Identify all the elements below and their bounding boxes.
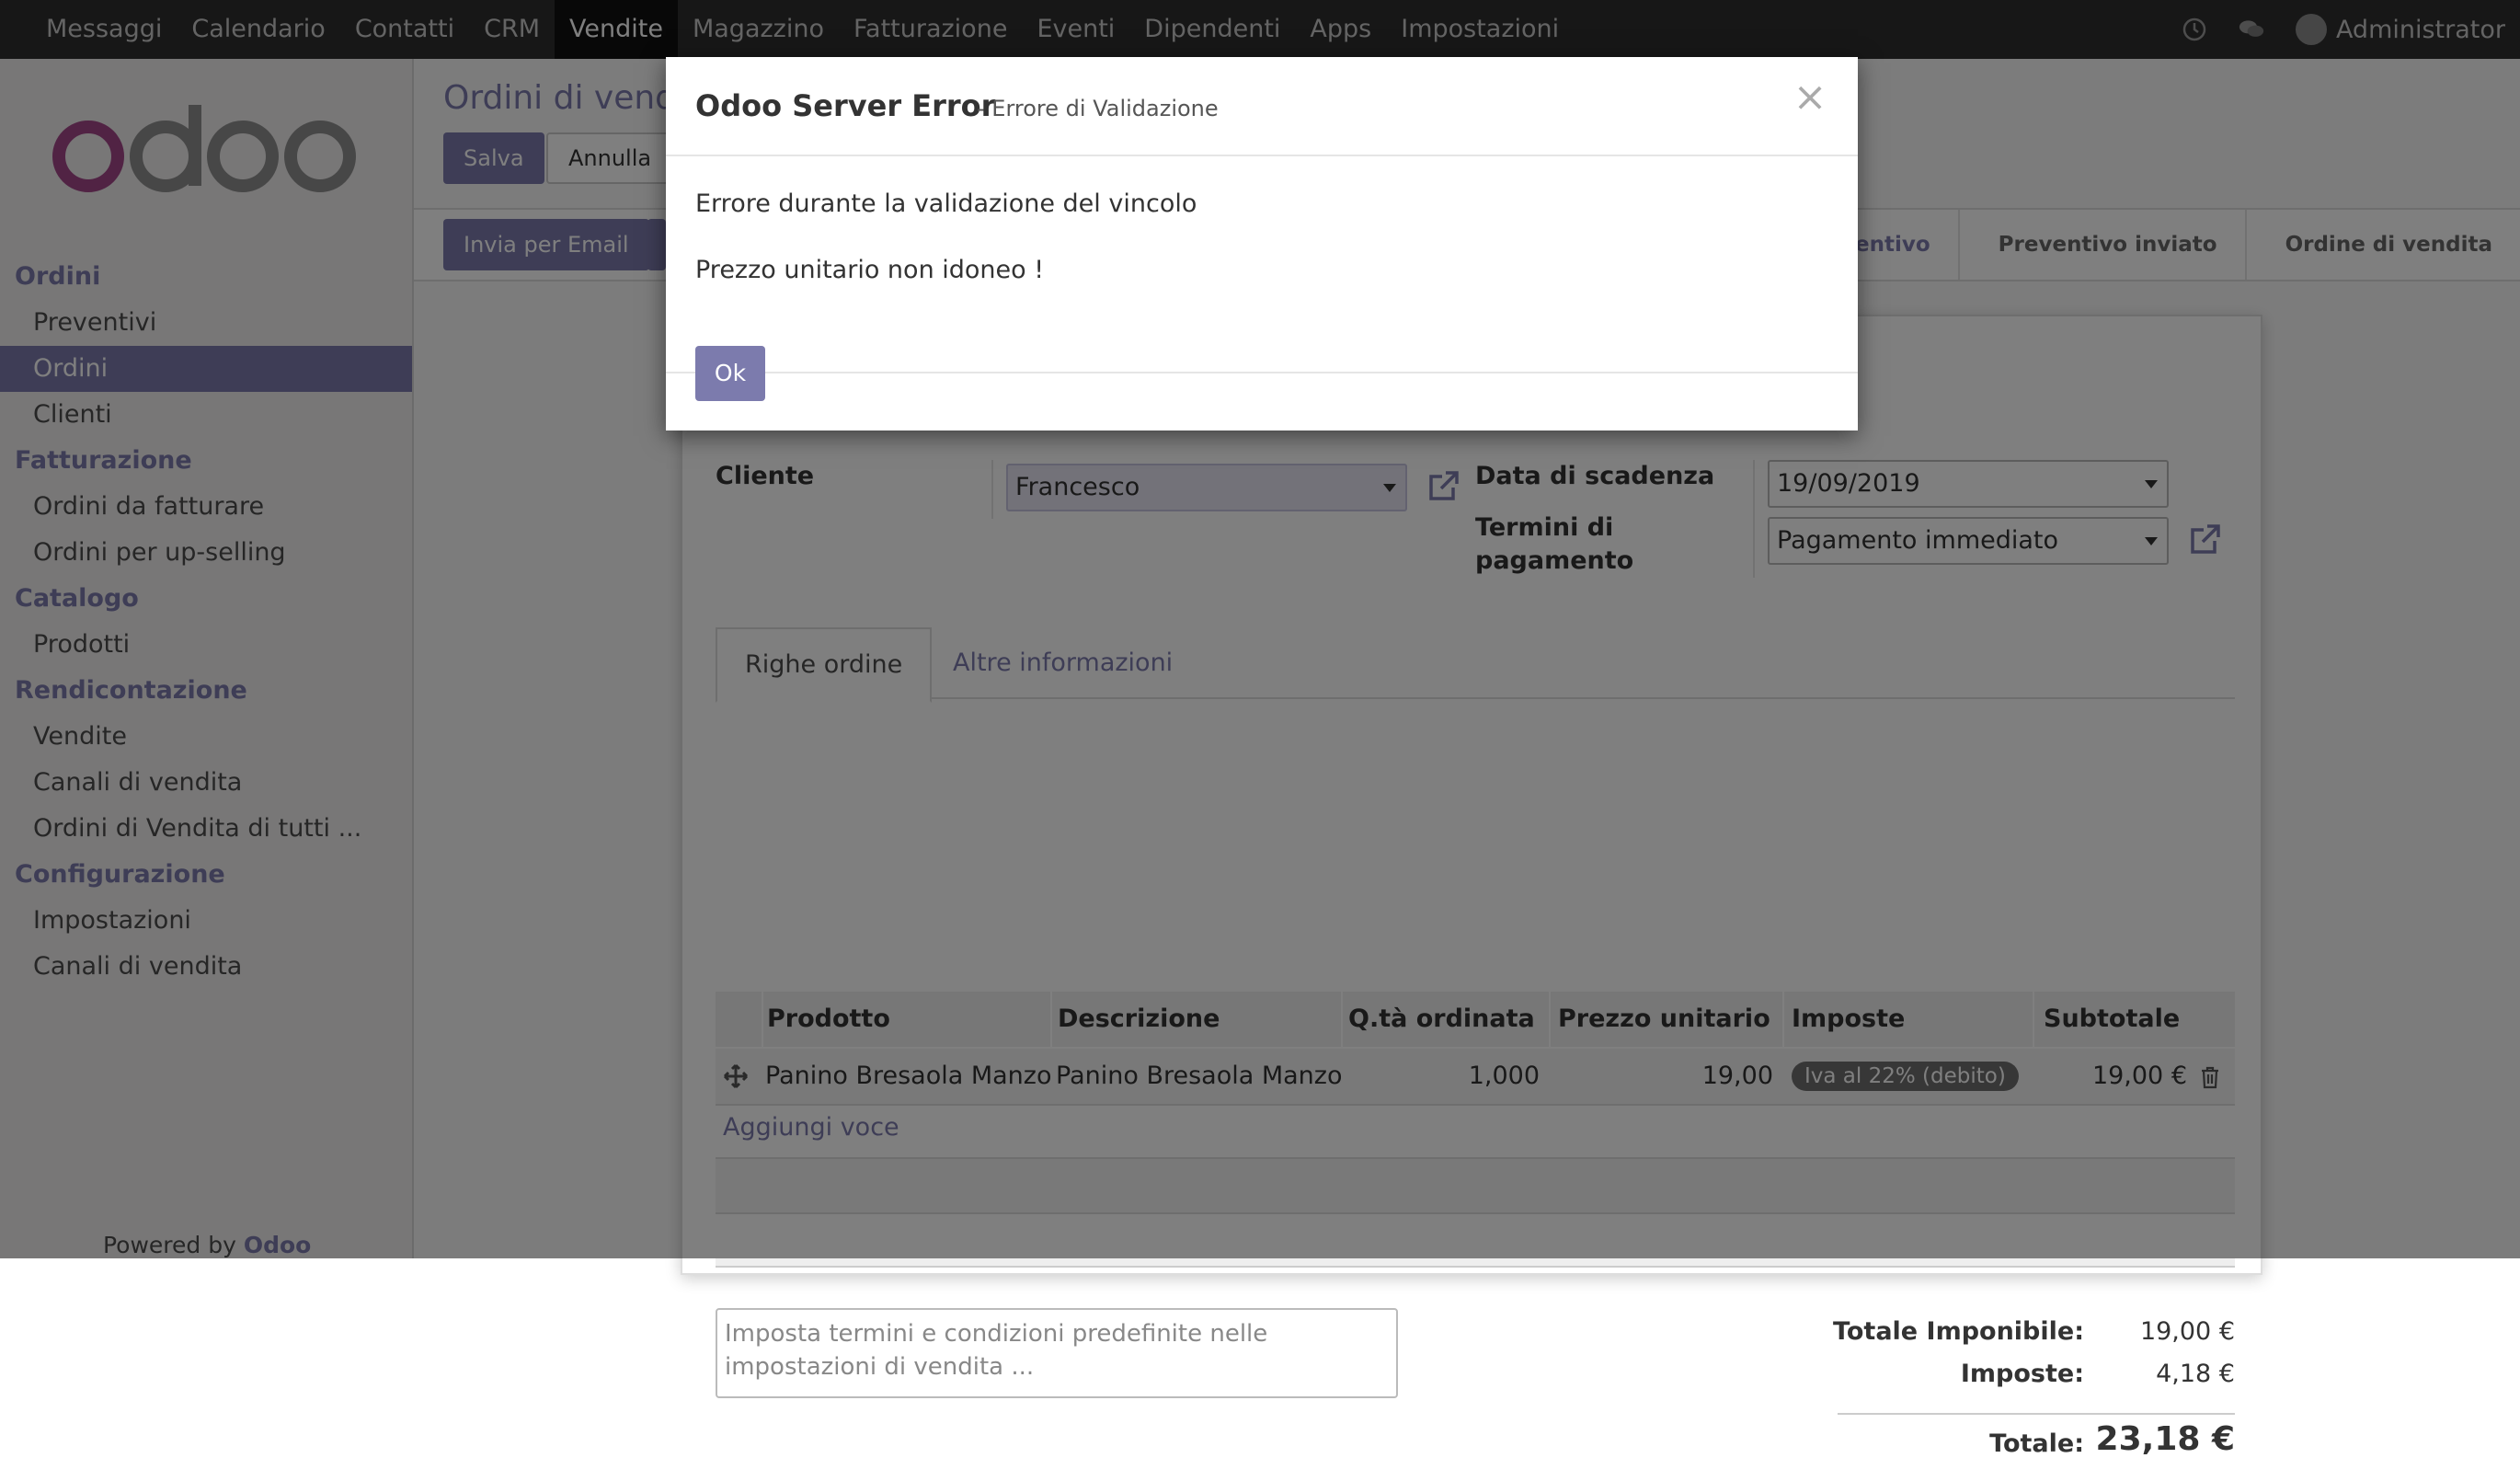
taxes-label: Imposte:: [1960, 1360, 2084, 1388]
totals-divider: [1838, 1413, 2235, 1415]
total-label: Totale:: [1989, 1429, 2084, 1458]
error-message-line1: Errore durante la validazione del vincol…: [695, 189, 1197, 218]
close-icon[interactable]: ×: [1792, 77, 1828, 118]
dialog-title: Odoo Server Error: [695, 88, 996, 123]
untaxed-label: Totale Imponibile:: [1833, 1317, 2084, 1346]
dialog-header: Odoo Server Error - Errore di Validazion…: [666, 57, 1858, 156]
ok-button[interactable]: Ok: [695, 346, 765, 401]
untaxed-value: 19,00 €: [2139, 1317, 2235, 1346]
dialog-body: Errore durante la validazione del vincol…: [666, 156, 1858, 373]
dialog-subtitle: - Errore di Validazione: [977, 96, 1219, 121]
table-footer: [716, 1258, 2235, 1268]
taxes-value: 4,18 €: [2156, 1360, 2235, 1388]
error-dialog: Odoo Server Error - Errore di Validazion…: [666, 57, 1858, 431]
total-value: 23,18 €: [2095, 1420, 2235, 1458]
terms-notes-field[interactable]: Imposta termini e condizioni predefinite…: [716, 1308, 1398, 1398]
error-message-line2: Prezzo unitario non idoneo !: [695, 256, 1045, 284]
